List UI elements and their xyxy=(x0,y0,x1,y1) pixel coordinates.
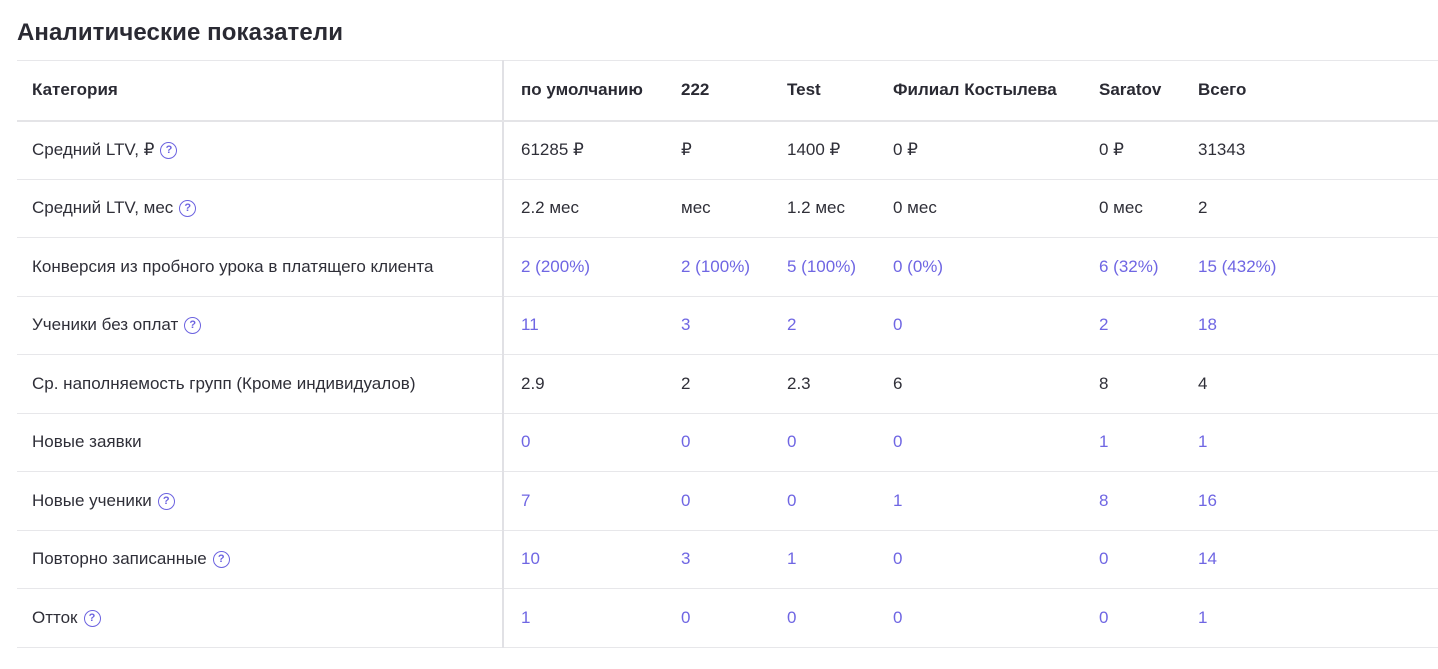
metric-link-cell[interactable]: 1 xyxy=(876,471,1082,531)
metrics-table-body: Средний LTV, ₽? 61285 ₽ ₽1400 ₽0 ₽0 ₽31343… xyxy=(17,120,1438,648)
metric-value-cell: 0 мес xyxy=(876,179,1082,238)
metric-link-cell[interactable]: 0 xyxy=(770,471,876,531)
metric-value-cell: 1.2 мес xyxy=(770,179,876,238)
metric-value-cell: мес xyxy=(664,179,770,238)
row-label: Ср. наполняемость групп (Кроме индивидуа… xyxy=(32,373,416,393)
column-header-test: Test xyxy=(770,60,876,122)
question-circle-icon[interactable]: ? xyxy=(212,551,230,569)
row-label: Новые заявки xyxy=(32,432,142,452)
row-label-cell: Средний LTV, мес? xyxy=(17,179,504,238)
column-header-category: Категория xyxy=(17,60,504,122)
metric-value-cell: 2.2 мес xyxy=(503,179,664,238)
metric-value-cell: 31343 xyxy=(1181,120,1438,180)
metric-link-cell[interactable]: 0 xyxy=(876,296,1082,355)
table-row: Повторно записанные? 10 3 1 0 0 14 xyxy=(17,530,1438,589)
column-header-kostyleva-branch: Филиал Костылева xyxy=(876,60,1082,122)
table-row: Ученики без оплат? 11 3 2 0 2 18 xyxy=(17,296,1438,355)
metric-link-cell[interactable]: 1 xyxy=(770,530,876,589)
row-label-cell: Конверсия из пробного урока в платящего … xyxy=(17,237,504,297)
table-header-row: Категория по умолчанию 222 Test Филиал К… xyxy=(17,60,1438,122)
metrics-table: Категория по умолчанию 222 Test Филиал К… xyxy=(17,60,1438,648)
question-circle-icon[interactable]: ? xyxy=(184,317,202,335)
metric-link-cell[interactable]: 11 xyxy=(503,296,664,355)
row-label: Новые ученики xyxy=(32,490,152,510)
column-header-222: 222 xyxy=(664,60,770,122)
metric-link-cell[interactable]: 14 xyxy=(1181,530,1438,589)
table-row: Ср. наполняемость групп (Кроме индивидуа… xyxy=(17,354,1438,414)
metric-value-cell: 4 xyxy=(1181,354,1438,414)
metric-value-cell: 2 xyxy=(1181,179,1438,238)
question-circle-icon[interactable]: ? xyxy=(179,200,197,218)
metric-link-cell[interactable]: 2 xyxy=(1082,296,1181,355)
metric-link-cell[interactable]: 0 xyxy=(876,413,1082,472)
row-label-cell: Новые ученики? xyxy=(17,471,504,531)
table-row: Средний LTV, мес? 2.2 мес мес 1.2 мес 0 мес 0… xyxy=(17,179,1438,238)
metric-link-cell[interactable]: 1 xyxy=(1181,413,1438,472)
row-label: Конверсия из пробного урока в платящего … xyxy=(32,256,434,276)
row-label-cell: Новые заявки xyxy=(17,413,504,472)
metric-value-cell: 0 ₽ xyxy=(876,120,1082,180)
question-circle-icon[interactable]: ? xyxy=(160,142,178,159)
metric-link-cell[interactable]: 1 xyxy=(1082,413,1181,472)
metric-value-cell: 0 мес xyxy=(1082,179,1181,238)
metric-link-cell[interactable]: 2 (100%) xyxy=(664,237,770,297)
metric-link-cell[interactable]: 0 xyxy=(664,588,770,648)
analytics-page: Аналитические показатели Категория по ум… xyxy=(0,0,1438,669)
row-label-cell: Ученики без оплат? xyxy=(17,296,504,355)
metric-link-cell[interactable]: 0 (0%) xyxy=(876,237,1082,297)
row-label-cell: Ср. наполняемость групп (Кроме индивидуа… xyxy=(17,354,504,414)
row-label-cell: Средний LTV, ₽? xyxy=(17,120,504,180)
metric-link-cell[interactable]: 2 xyxy=(770,296,876,355)
row-label: Средний LTV, мес xyxy=(32,198,174,218)
metric-link-cell[interactable]: 16 xyxy=(1181,471,1438,531)
metric-link-cell[interactable]: 0 xyxy=(664,471,770,531)
column-header-saratov: Saratov xyxy=(1082,60,1181,122)
table-row: Новые ученики? 7 0 0 1 8 16 xyxy=(17,471,1438,531)
metric-link-cell[interactable]: 18 xyxy=(1181,296,1438,355)
table-row: Конверсия из пробного урока в платящего … xyxy=(17,237,1438,297)
metric-link-cell[interactable]: 0 xyxy=(770,413,876,472)
metric-value-cell: 2 xyxy=(664,354,770,414)
row-label-cell: Повторно записанные? xyxy=(17,530,504,589)
question-circle-icon[interactable]: ? xyxy=(157,492,175,510)
row-label: Средний LTV, ₽ xyxy=(32,140,155,159)
column-header-total: Всего xyxy=(1181,60,1438,122)
metric-link-cell[interactable]: 6 (32%) xyxy=(1082,237,1181,297)
table-row: Новые заявки 0 0 0 0 1 1 xyxy=(17,413,1438,472)
page-title: Аналитические показатели xyxy=(17,19,344,46)
metric-link-cell[interactable]: 3 xyxy=(664,530,770,589)
metric-link-cell[interactable]: 0 xyxy=(1082,588,1181,648)
metric-value-cell: 2.9 xyxy=(503,354,664,414)
metric-value-cell: 8 xyxy=(1082,354,1181,414)
metric-value-cell: 2.3 xyxy=(770,354,876,414)
metric-link-cell[interactable]: 3 xyxy=(664,296,770,355)
metric-value-cell: ₽ xyxy=(664,120,770,180)
metric-link-cell[interactable]: 0 xyxy=(876,530,1082,589)
metric-link-cell[interactable]: 15 (432%) xyxy=(1181,237,1438,297)
column-header-default: по умолчанию xyxy=(503,60,664,122)
metric-link-cell[interactable]: 0 xyxy=(503,413,664,472)
metric-value-cell: 0 ₽ xyxy=(1082,120,1181,180)
metric-link-cell[interactable]: 7 xyxy=(503,471,664,531)
metric-link-cell[interactable]: 10 xyxy=(503,530,664,589)
row-label: Повторно записанные xyxy=(32,549,207,569)
metric-link-cell[interactable]: 0 xyxy=(876,588,1082,648)
row-label: Отток xyxy=(32,607,78,627)
metric-value-cell: 1400 ₽ xyxy=(770,120,876,180)
metric-link-cell[interactable]: 5 (100%) xyxy=(770,237,876,297)
question-circle-icon[interactable]: ? xyxy=(83,609,101,627)
metric-link-cell[interactable]: 0 xyxy=(770,588,876,648)
metric-link-cell[interactable]: 8 xyxy=(1082,471,1181,531)
table-row: Средний LTV, ₽? 61285 ₽ ₽1400 ₽0 ₽0 ₽31343 xyxy=(17,120,1438,180)
metric-link-cell[interactable]: 0 xyxy=(1082,530,1181,589)
metric-link-cell[interactable]: 0 xyxy=(664,413,770,472)
metric-link-cell[interactable]: 1 xyxy=(1181,588,1438,648)
metric-link-cell[interactable]: 1 xyxy=(503,588,664,648)
table-row: Отток? 1 0 0 0 0 1 xyxy=(17,588,1438,648)
row-label-cell: Отток? xyxy=(17,588,504,648)
row-label: Ученики без оплат xyxy=(32,315,179,335)
metric-value-cell: 6 xyxy=(876,354,1082,414)
metric-value-cell: 61285 ₽ xyxy=(503,120,664,180)
metric-link-cell[interactable]: 2 (200%) xyxy=(503,237,664,297)
